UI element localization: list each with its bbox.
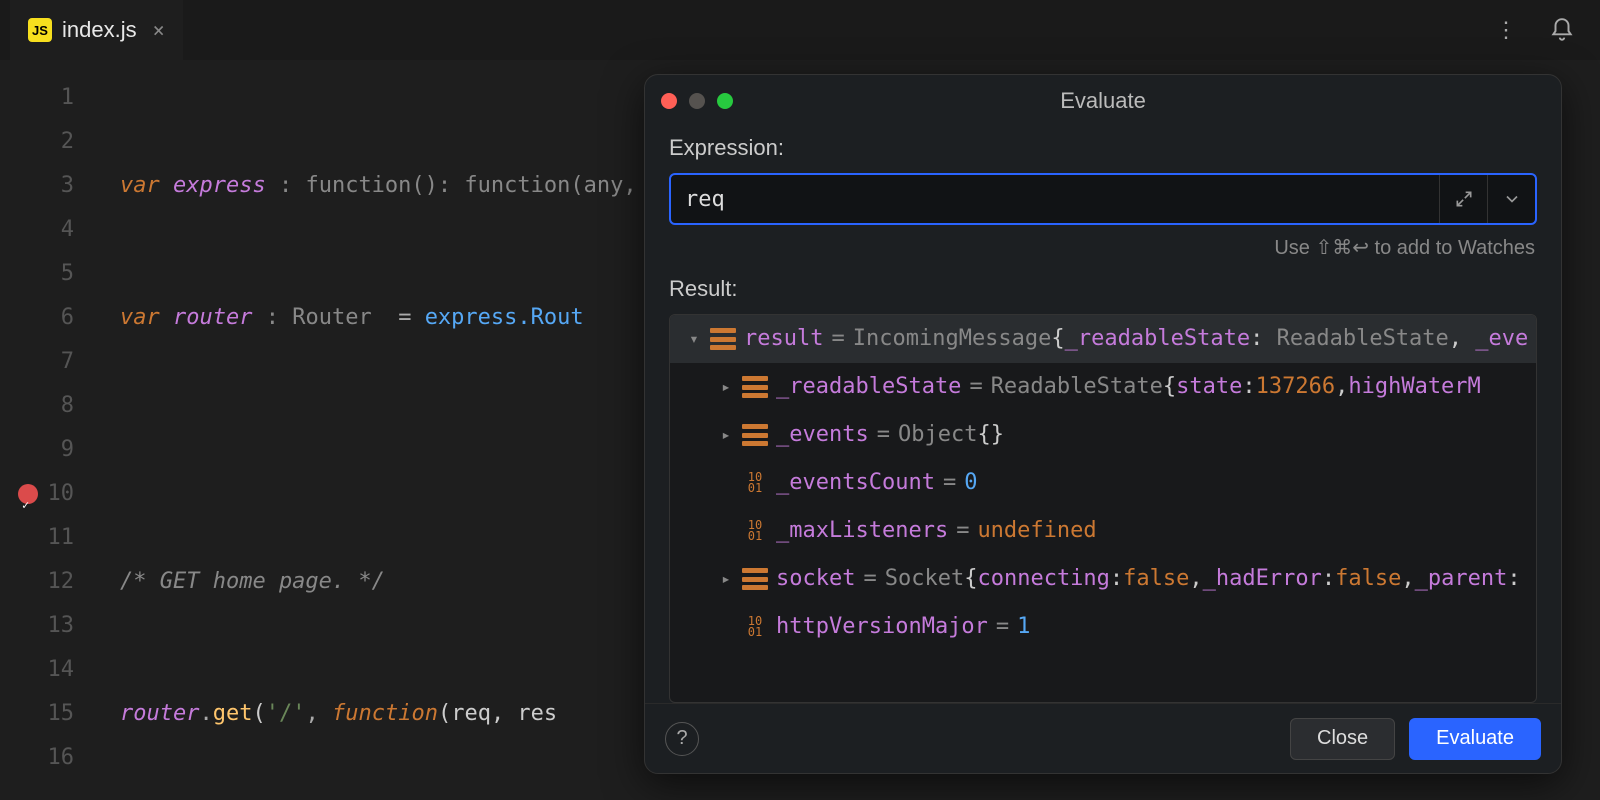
tree-root[interactable]: result=IncomingMessage {_readableState: … [670, 315, 1536, 363]
evaluate-dialog: Evaluate Expression: Use ⇧⌘↩ to add to W… [644, 74, 1562, 774]
breakpoint-icon[interactable] [18, 484, 38, 504]
js-file-icon: JS [28, 18, 52, 42]
line-number: 13 [0, 604, 120, 648]
line-number: 3 [0, 164, 120, 208]
line-number[interactable]: 10 [0, 472, 120, 516]
tab-index-js[interactable]: JS index.js × [10, 0, 183, 60]
line-number: 2 [0, 120, 120, 164]
chevron-right-icon[interactable] [714, 363, 738, 411]
watches-hint: Use ⇧⌘↩ to add to Watches [669, 235, 1535, 260]
line-number: 11 [0, 516, 120, 560]
line-number: 9 [0, 428, 120, 472]
tree-node[interactable]: _readableState=ReadableState {state: 137… [670, 363, 1536, 411]
window-controls [661, 93, 733, 109]
line-number: 5 [0, 252, 120, 296]
expression-field-row [669, 173, 1537, 225]
dialog-titlebar[interactable]: Evaluate [645, 75, 1561, 127]
notifications-icon[interactable] [1542, 10, 1582, 50]
more-icon[interactable]: ⋮ [1486, 10, 1526, 50]
line-number: 15 [0, 692, 120, 736]
chevron-down-icon[interactable] [682, 315, 706, 363]
line-number: 16 [0, 736, 120, 780]
expression-label: Expression: [669, 135, 1537, 161]
line-number: 12 [0, 560, 120, 604]
tab-bar: JS index.js × ⋮ [0, 0, 1600, 60]
window-minimize-icon[interactable] [689, 93, 705, 109]
evaluate-button[interactable]: Evaluate [1409, 718, 1541, 760]
primitive-icon: 1001 [742, 472, 768, 494]
chevron-right-icon[interactable] [714, 555, 738, 603]
window-maximize-icon[interactable] [717, 93, 733, 109]
object-icon [710, 328, 736, 350]
expression-input[interactable] [671, 175, 1439, 223]
tree-node[interactable]: socket=Socket {connecting: false, _hadEr… [670, 555, 1536, 603]
object-icon [742, 424, 768, 446]
result-tree[interactable]: result=IncomingMessage {_readableState: … [670, 315, 1536, 651]
object-icon [742, 568, 768, 590]
help-icon[interactable]: ? [665, 722, 699, 756]
tree-node[interactable]: 1001_maxListeners=undefined [670, 507, 1536, 555]
line-number: 14 [0, 648, 120, 692]
line-gutter: 1 2 3 4 5 6 7 8 9 10 11 12 13 14 15 16 [0, 60, 120, 800]
close-icon[interactable]: × [153, 18, 165, 42]
history-dropdown-icon[interactable] [1487, 175, 1535, 223]
line-number: 7 [0, 340, 120, 384]
line-number: 1 [0, 76, 120, 120]
tree-node[interactable]: 1001httpVersionMajor=1 [670, 603, 1536, 651]
window-close-icon[interactable] [661, 93, 677, 109]
line-number: 4 [0, 208, 120, 252]
tab-title: index.js [62, 17, 137, 43]
dialog-title: Evaluate [645, 88, 1561, 114]
result-label: Result: [669, 276, 1537, 302]
expand-icon[interactable] [1439, 175, 1487, 223]
dialog-footer: ? Close Evaluate [645, 703, 1561, 773]
close-button[interactable]: Close [1290, 718, 1395, 760]
tree-node[interactable]: _events=Object {} [670, 411, 1536, 459]
chevron-right-icon[interactable] [714, 411, 738, 459]
object-icon [742, 376, 768, 398]
primitive-icon: 1001 [742, 616, 768, 638]
line-number: 6 [0, 296, 120, 340]
primitive-icon: 1001 [742, 520, 768, 542]
tree-node[interactable]: 1001_eventsCount=0 [670, 459, 1536, 507]
line-number: 8 [0, 384, 120, 428]
result-panel: result=IncomingMessage {_readableState: … [669, 314, 1537, 703]
